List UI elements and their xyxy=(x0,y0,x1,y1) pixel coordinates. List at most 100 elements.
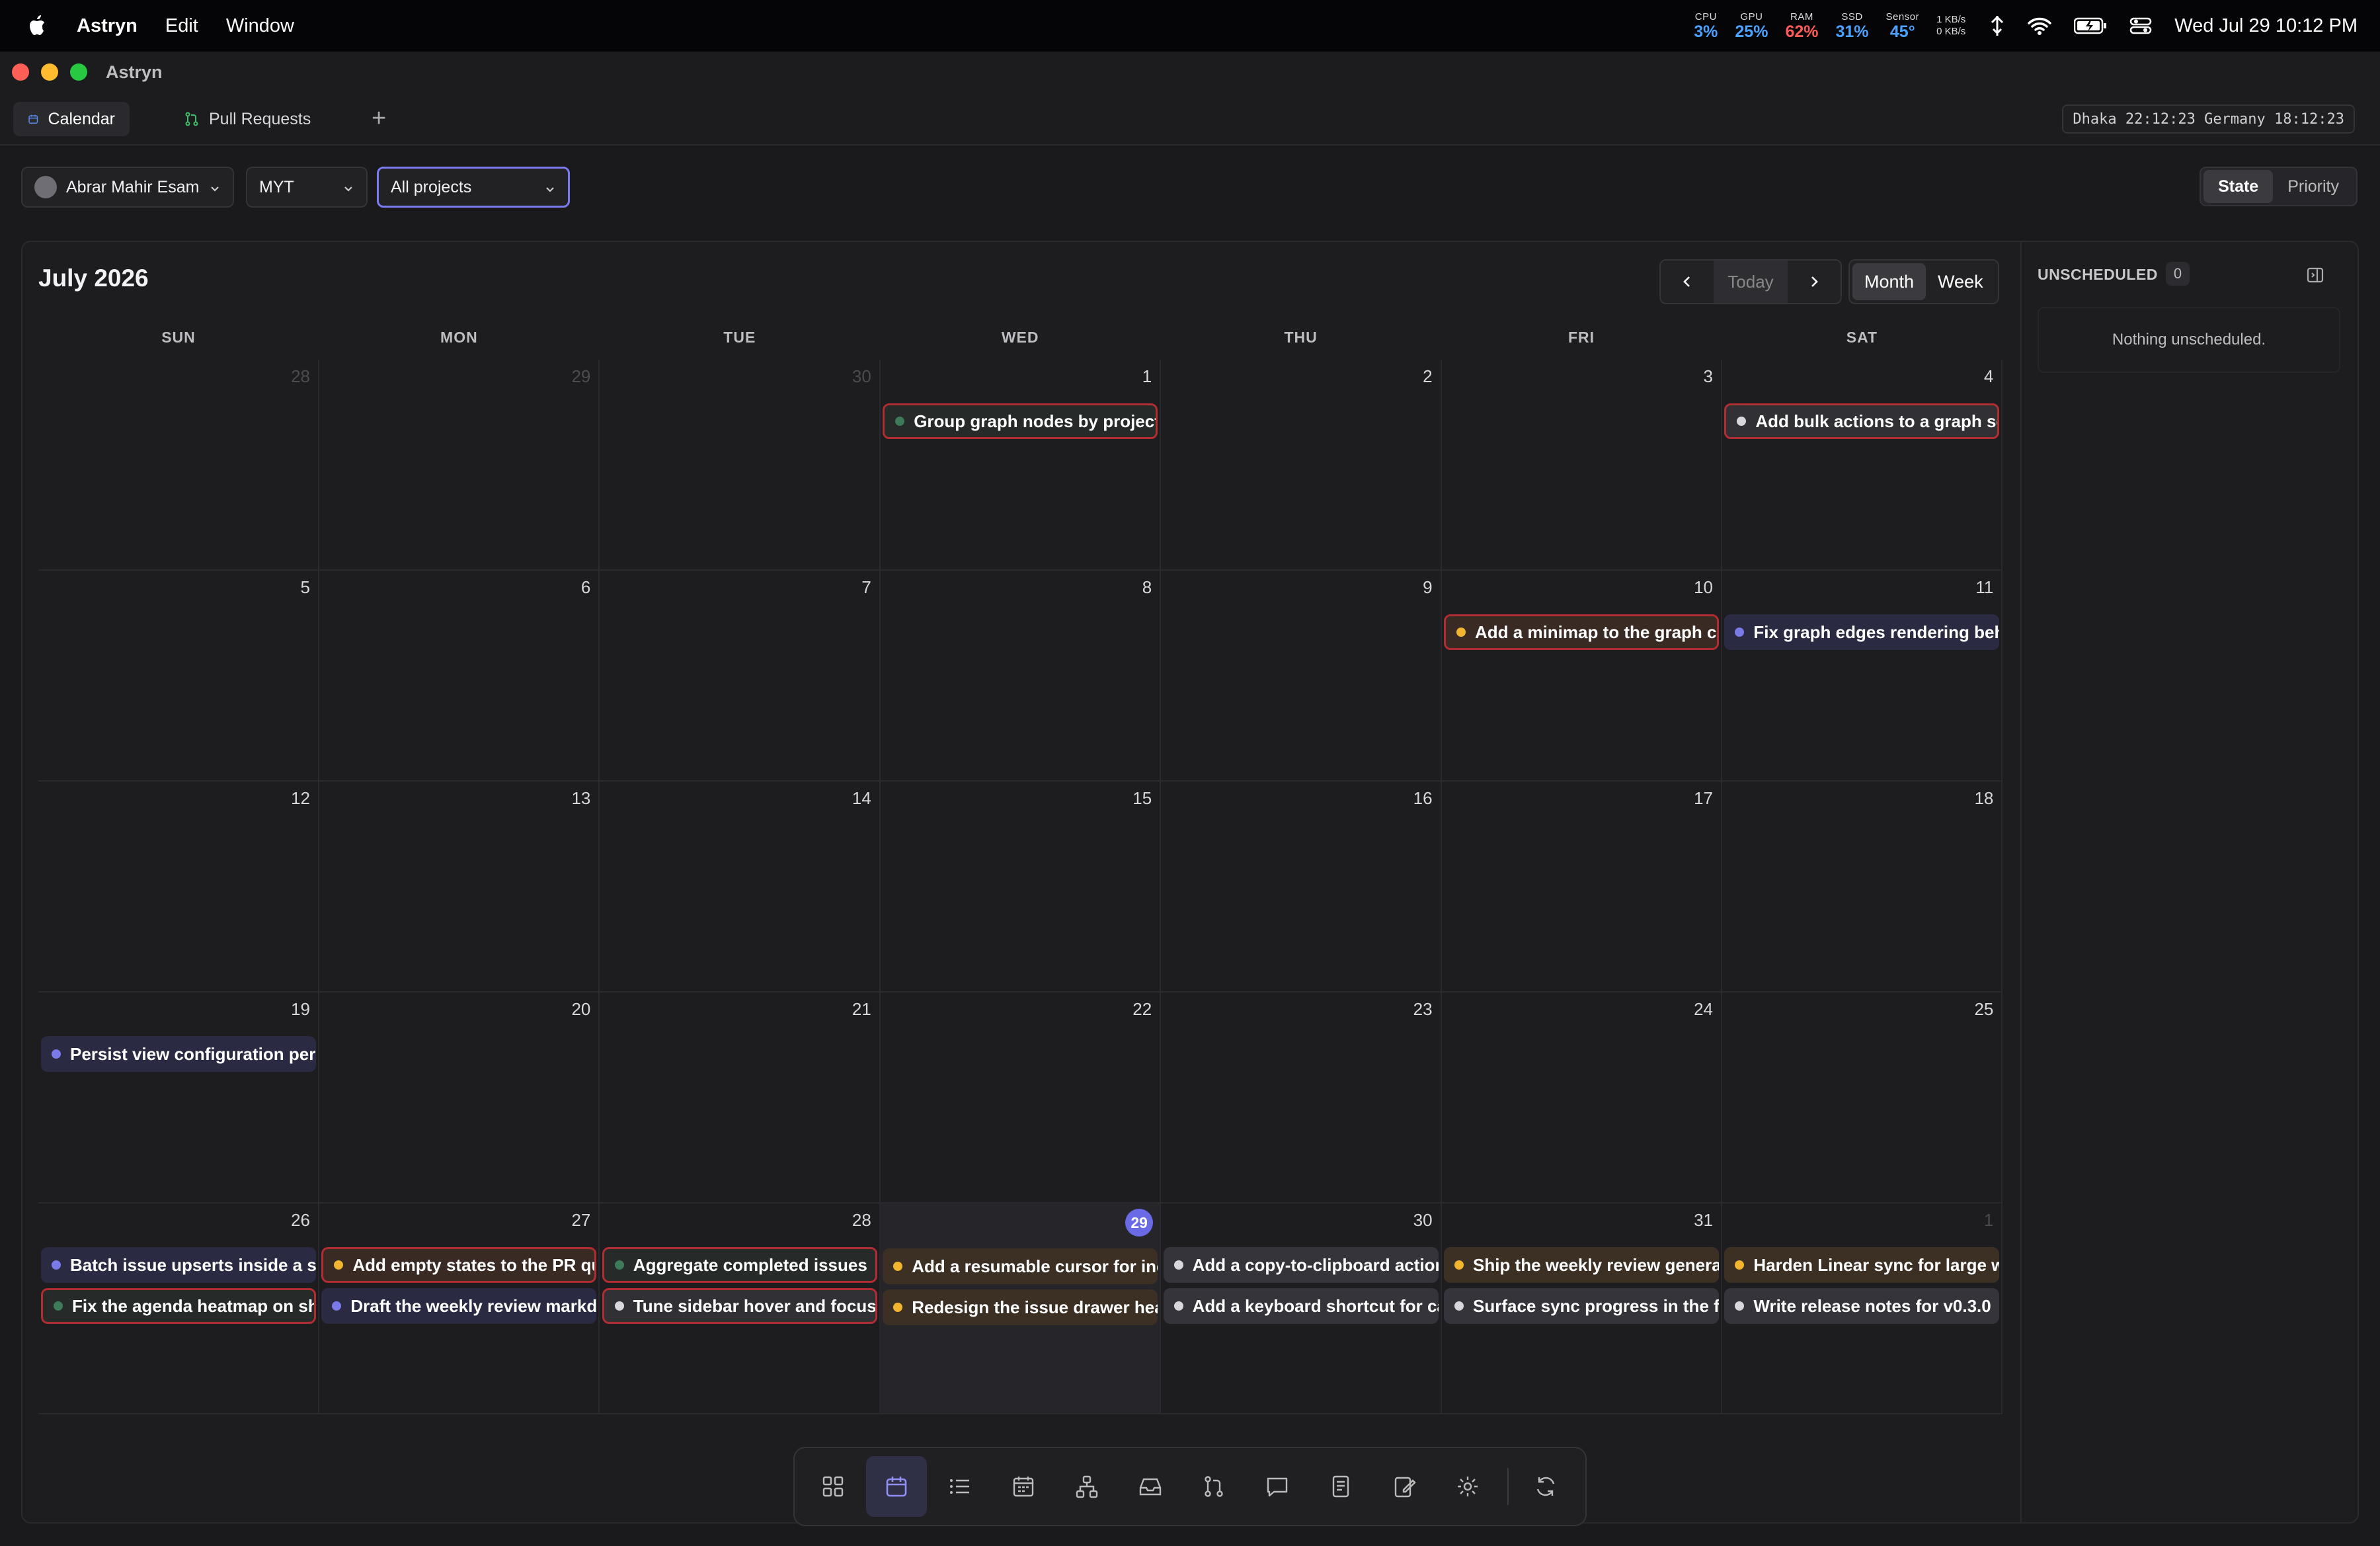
day-cell[interactable]: 5 xyxy=(38,571,319,782)
day-cell[interactable]: 29 xyxy=(319,360,600,571)
user-select[interactable]: Abrar Mahir Esam xyxy=(21,167,234,208)
state-mode-button[interactable]: State xyxy=(2203,170,2274,203)
grid-icon[interactable] xyxy=(803,1456,863,1517)
battery-icon[interactable] xyxy=(2074,17,2107,34)
calendar-event[interactable]: Fix graph edges rendering behind nodes xyxy=(1724,614,2000,650)
day-cell[interactable]: 9 xyxy=(1160,571,1442,782)
day-cell[interactable]: 30 Add a copy-to-clipboard action Add a ke… xyxy=(1160,1203,1442,1414)
day-cell[interactable]: 1 Group graph nodes by project xyxy=(880,360,1162,571)
git-pull-icon[interactable] xyxy=(1183,1456,1244,1517)
gear-icon[interactable] xyxy=(1437,1456,1498,1517)
menubar-clock[interactable]: Wed Jul 29 10:12 PM xyxy=(2174,15,2358,37)
day-number: 9 xyxy=(1423,577,1433,597)
day-cell[interactable]: 26 Batch issue upserts inside a single tr… xyxy=(38,1203,319,1414)
project-select[interactable]: All projects xyxy=(377,167,570,208)
day-cell[interactable]: 10 Add a minimap to the graph canvas xyxy=(1441,571,1722,782)
calendar-event[interactable]: Surface sync progress in the footer xyxy=(1444,1288,1719,1324)
apple-icon[interactable] xyxy=(26,15,46,37)
day-cell[interactable]: 30 xyxy=(599,360,881,571)
day-cell[interactable]: 2 xyxy=(1160,360,1442,571)
wifi-icon[interactable] xyxy=(2028,17,2052,35)
day-cell[interactable]: 15 xyxy=(880,782,1162,993)
day-cell[interactable]: 24 xyxy=(1441,993,1722,1203)
close-window-button[interactable] xyxy=(12,63,29,81)
list-icon[interactable] xyxy=(930,1456,990,1517)
day-cell[interactable]: 12 xyxy=(38,782,319,993)
timezone-select[interactable]: MYT xyxy=(246,167,368,208)
menu-window[interactable]: Window xyxy=(226,15,294,37)
edit-note-icon[interactable] xyxy=(1374,1456,1435,1517)
calendar-event[interactable]: Redesign the issue drawer header xyxy=(883,1289,1158,1325)
next-month-button[interactable] xyxy=(1788,261,1841,303)
day-number: 16 xyxy=(1413,788,1433,808)
calendar-event[interactable]: Harden Linear sync for large workspaces xyxy=(1724,1247,2000,1283)
inbox-icon[interactable] xyxy=(1120,1456,1181,1517)
day-cell[interactable]: 14 xyxy=(599,782,881,993)
day-cell[interactable]: 17 xyxy=(1441,782,1722,993)
day-cell[interactable]: 22 xyxy=(880,993,1162,1203)
day-cell[interactable]: 18 xyxy=(1722,782,2003,993)
calendar-event[interactable]: Batch issue upserts inside a single tran… xyxy=(41,1247,316,1283)
day-cell[interactable]: 4 Add bulk actions to a graph selection xyxy=(1722,360,2003,571)
calendar-event[interactable]: Tune sidebar hover and focus states xyxy=(602,1288,877,1324)
calendar-event[interactable]: Add a keyboard shortcut for calendar xyxy=(1163,1288,1439,1324)
calendar-event[interactable]: Add a minimap to the graph canvas xyxy=(1444,614,1719,650)
collapse-sidebar-icon[interactable] xyxy=(2306,266,2324,288)
day-cell[interactable]: 13 xyxy=(319,782,600,993)
hierarchy-icon[interactable] xyxy=(1056,1456,1117,1517)
calendar-icon[interactable] xyxy=(866,1456,927,1517)
calendar-event[interactable]: Add a resumable cursor for incremental s… xyxy=(883,1248,1158,1284)
control-center-icon[interactable] xyxy=(2129,17,2152,35)
day-cell-today[interactable]: 29 Add a resumable cursor for incremental… xyxy=(880,1203,1162,1414)
day-cell[interactable]: 23 xyxy=(1160,993,1442,1203)
today-button[interactable]: Today xyxy=(1714,261,1788,303)
month-view-button[interactable]: Month xyxy=(1852,263,1926,300)
calendar-event[interactable]: Aggregate completed issues xyxy=(602,1247,877,1283)
status-dot xyxy=(1735,628,1745,637)
day-cell[interactable]: 1 Harden Linear sync for large workspaces… xyxy=(1722,1203,2003,1414)
calendar-event[interactable]: Persist view configuration per project xyxy=(41,1036,316,1072)
tab-pull-requests[interactable]: Pull Requests xyxy=(169,102,325,136)
day-cell[interactable]: 16 xyxy=(1160,782,1442,993)
calendar-event[interactable]: Add a copy-to-clipboard action xyxy=(1163,1247,1439,1283)
day-cell[interactable]: 27 Add empty states to the PR queue Draft … xyxy=(319,1203,600,1414)
day-cell[interactable]: 31 Ship the weekly review generator Surfac… xyxy=(1441,1203,1722,1414)
bolt-icon[interactable] xyxy=(1989,15,2005,37)
previous-month-button[interactable] xyxy=(1661,261,1714,303)
calendar-event[interactable]: Ship the weekly review generator xyxy=(1444,1247,1719,1283)
week-view-button[interactable]: Week xyxy=(1926,263,1995,300)
day-cell[interactable]: 21 xyxy=(599,993,881,1203)
calendar-event[interactable]: Add empty states to the PR queue xyxy=(321,1247,597,1283)
stat-gpu: GPU 25% xyxy=(1735,12,1768,40)
priority-mode-button[interactable]: Priority xyxy=(2273,170,2354,203)
day-cell[interactable]: 6 xyxy=(319,571,600,782)
minimize-window-button[interactable] xyxy=(41,63,58,81)
day-cell[interactable]: 7 xyxy=(599,571,881,782)
add-tab-button[interactable]: + xyxy=(372,104,386,133)
day-cell[interactable]: 20 xyxy=(319,993,600,1203)
event-title: Add empty states to the PR queue xyxy=(352,1254,594,1275)
zoom-window-button[interactable] xyxy=(70,63,87,81)
calendar-event[interactable]: Group graph nodes by project xyxy=(883,403,1158,439)
menu-edit[interactable]: Edit xyxy=(165,15,198,37)
calendar-event[interactable]: Draft the weekly review markdown xyxy=(321,1288,597,1324)
day-cell[interactable]: 28 Aggregate completed issues Tune sidebar… xyxy=(599,1203,881,1414)
calendar-event[interactable]: Add bulk actions to a graph selection xyxy=(1724,403,2000,439)
menu-app-name[interactable]: Astryn xyxy=(77,15,138,37)
refresh-icon[interactable] xyxy=(1515,1456,1576,1517)
day-cell[interactable]: 8 xyxy=(880,571,1162,782)
event-title: Harden Linear sync for large workspaces xyxy=(1753,1254,2000,1275)
day-cell[interactable]: 25 xyxy=(1722,993,2003,1203)
day-cell[interactable]: 11 Fix graph edges rendering behind nodes xyxy=(1722,571,2003,782)
calendar-event[interactable]: Write release notes for v0.3.0 xyxy=(1724,1288,2000,1324)
document-icon[interactable] xyxy=(1310,1456,1371,1517)
status-area: CPU 3% GPU 25% RAM 62% SSD 31% Sensor 45° 1 KB/s … xyxy=(1694,0,2380,52)
calendar-event[interactable]: Fix the agenda heatmap on short months xyxy=(41,1288,316,1324)
calendar-table-icon[interactable] xyxy=(993,1456,1054,1517)
tab-calendar[interactable]: Calendar xyxy=(13,102,130,136)
day-cell[interactable]: 3 xyxy=(1441,360,1722,571)
chevron-down-icon xyxy=(211,186,219,192)
chat-icon[interactable] xyxy=(1247,1456,1308,1517)
day-cell[interactable]: 28 xyxy=(38,360,319,571)
day-cell[interactable]: 19 Persist view configuration per project xyxy=(38,993,319,1203)
